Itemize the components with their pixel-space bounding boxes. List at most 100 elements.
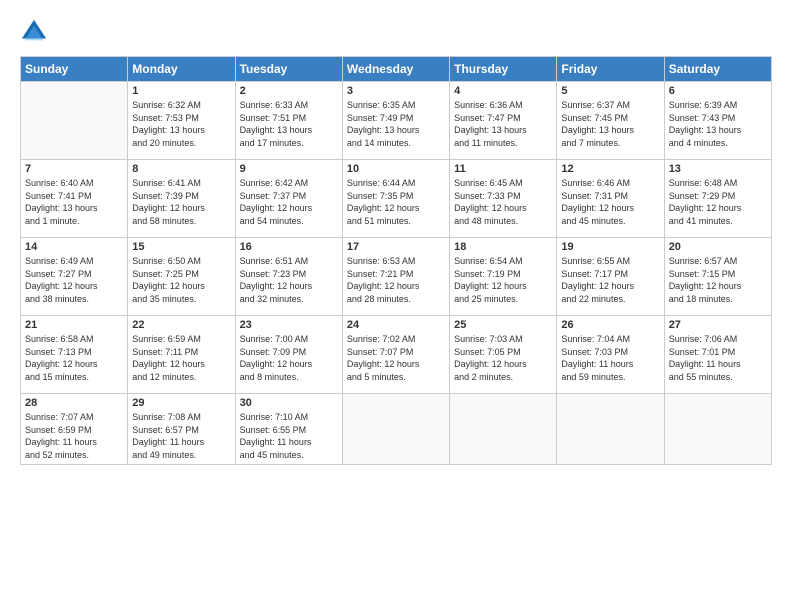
cell-content: Sunrise: 6:33 AM Sunset: 7:51 PM Dayligh… bbox=[240, 99, 338, 149]
cell-content: Sunrise: 6:59 AM Sunset: 7:11 PM Dayligh… bbox=[132, 333, 230, 383]
calendar-cell: 26 Sunrise: 7:04 AM Sunset: 7:03 PM Dayli… bbox=[557, 316, 664, 394]
calendar-cell: 16 Sunrise: 6:51 AM Sunset: 7:23 PM Dayli… bbox=[235, 238, 342, 316]
calendar-page: SundayMondayTuesdayWednesdayThursdayFrid… bbox=[0, 0, 792, 612]
calendar-cell: 23 Sunrise: 7:00 AM Sunset: 7:09 PM Dayli… bbox=[235, 316, 342, 394]
cell-content: Sunrise: 6:51 AM Sunset: 7:23 PM Dayligh… bbox=[240, 255, 338, 305]
calendar-week-4: 21 Sunrise: 6:58 AM Sunset: 7:13 PM Dayli… bbox=[21, 316, 772, 394]
calendar-cell bbox=[664, 394, 771, 465]
calendar-cell: 7Sunrise: 6:40 AM Sunset: 7:41 PM Daylig… bbox=[21, 160, 128, 238]
cell-content: Sunrise: 6:57 AM Sunset: 7:15 PM Dayligh… bbox=[669, 255, 767, 305]
day-number: 20 bbox=[669, 241, 767, 253]
weekday-header-sunday: Sunday bbox=[21, 57, 128, 82]
day-number: 25 bbox=[454, 319, 552, 331]
day-number: 3 bbox=[347, 85, 445, 97]
day-number: 18 bbox=[454, 241, 552, 253]
cell-content: Sunrise: 7:00 AM Sunset: 7:09 PM Dayligh… bbox=[240, 333, 338, 383]
day-number: 22 bbox=[132, 319, 230, 331]
day-number: 15 bbox=[132, 241, 230, 253]
day-number: 21 bbox=[25, 319, 123, 331]
day-number: 30 bbox=[240, 397, 338, 409]
cell-content: Sunrise: 6:42 AM Sunset: 7:37 PM Dayligh… bbox=[240, 177, 338, 227]
cell-content: Sunrise: 6:50 AM Sunset: 7:25 PM Dayligh… bbox=[132, 255, 230, 305]
calendar-cell: 6Sunrise: 6:39 AM Sunset: 7:43 PM Daylig… bbox=[664, 82, 771, 160]
cell-content: Sunrise: 6:46 AM Sunset: 7:31 PM Dayligh… bbox=[561, 177, 659, 227]
day-number: 10 bbox=[347, 163, 445, 175]
calendar-week-2: 7Sunrise: 6:40 AM Sunset: 7:41 PM Daylig… bbox=[21, 160, 772, 238]
cell-content: Sunrise: 7:06 AM Sunset: 7:01 PM Dayligh… bbox=[669, 333, 767, 383]
day-number: 16 bbox=[240, 241, 338, 253]
cell-content: Sunrise: 7:02 AM Sunset: 7:07 PM Dayligh… bbox=[347, 333, 445, 383]
cell-content: Sunrise: 7:07 AM Sunset: 6:59 PM Dayligh… bbox=[25, 411, 123, 461]
cell-content: Sunrise: 6:37 AM Sunset: 7:45 PM Dayligh… bbox=[561, 99, 659, 149]
day-number: 19 bbox=[561, 241, 659, 253]
day-number: 9 bbox=[240, 163, 338, 175]
calendar-cell: 3 Sunrise: 6:35 AM Sunset: 7:49 PM Daylig… bbox=[342, 82, 449, 160]
calendar-cell: 19 Sunrise: 6:55 AM Sunset: 7:17 PM Dayli… bbox=[557, 238, 664, 316]
day-number: 23 bbox=[240, 319, 338, 331]
calendar-cell: 20 Sunrise: 6:57 AM Sunset: 7:15 PM Dayli… bbox=[664, 238, 771, 316]
calendar-cell bbox=[450, 394, 557, 465]
day-number: 4 bbox=[454, 85, 552, 97]
day-number: 8 bbox=[132, 163, 230, 175]
calendar-cell: 14 Sunrise: 6:49 AM Sunset: 7:27 PM Dayli… bbox=[21, 238, 128, 316]
calendar-cell: 29 Sunrise: 7:08 AM Sunset: 6:57 PM Dayli… bbox=[128, 394, 235, 465]
calendar-cell: 12Sunrise: 6:46 AM Sunset: 7:31 PM Dayli… bbox=[557, 160, 664, 238]
day-number: 14 bbox=[25, 241, 123, 253]
day-number: 26 bbox=[561, 319, 659, 331]
day-number: 24 bbox=[347, 319, 445, 331]
calendar-cell bbox=[21, 82, 128, 160]
cell-content: Sunrise: 6:32 AM Sunset: 7:53 PM Dayligh… bbox=[132, 99, 230, 149]
calendar-cell: 15 Sunrise: 6:50 AM Sunset: 7:25 PM Dayli… bbox=[128, 238, 235, 316]
calendar-cell: 30 Sunrise: 7:10 AM Sunset: 6:55 PM Dayli… bbox=[235, 394, 342, 465]
cell-content: Sunrise: 6:54 AM Sunset: 7:19 PM Dayligh… bbox=[454, 255, 552, 305]
calendar-week-3: 14 Sunrise: 6:49 AM Sunset: 7:27 PM Dayli… bbox=[21, 238, 772, 316]
day-number: 1 bbox=[132, 85, 230, 97]
day-number: 28 bbox=[25, 397, 123, 409]
calendar-cell: 25Sunrise: 7:03 AM Sunset: 7:05 PM Dayli… bbox=[450, 316, 557, 394]
cell-content: Sunrise: 7:04 AM Sunset: 7:03 PM Dayligh… bbox=[561, 333, 659, 383]
logo-icon bbox=[20, 18, 48, 46]
calendar-table: SundayMondayTuesdayWednesdayThursdayFrid… bbox=[20, 56, 772, 465]
calendar-week-5: 28 Sunrise: 7:07 AM Sunset: 6:59 PM Dayli… bbox=[21, 394, 772, 465]
cell-content: Sunrise: 6:48 AM Sunset: 7:29 PM Dayligh… bbox=[669, 177, 767, 227]
calendar-cell: 4Sunrise: 6:36 AM Sunset: 7:47 PM Daylig… bbox=[450, 82, 557, 160]
cell-content: Sunrise: 6:49 AM Sunset: 7:27 PM Dayligh… bbox=[25, 255, 123, 305]
calendar-cell bbox=[342, 394, 449, 465]
day-number: 7 bbox=[25, 163, 123, 175]
day-number: 29 bbox=[132, 397, 230, 409]
day-number: 17 bbox=[347, 241, 445, 253]
calendar-cell: 28 Sunrise: 7:07 AM Sunset: 6:59 PM Dayli… bbox=[21, 394, 128, 465]
weekday-header-thursday: Thursday bbox=[450, 57, 557, 82]
cell-content: Sunrise: 6:41 AM Sunset: 7:39 PM Dayligh… bbox=[132, 177, 230, 227]
weekday-header-tuesday: Tuesday bbox=[235, 57, 342, 82]
cell-content: Sunrise: 6:35 AM Sunset: 7:49 PM Dayligh… bbox=[347, 99, 445, 149]
day-number: 11 bbox=[454, 163, 552, 175]
cell-content: Sunrise: 7:08 AM Sunset: 6:57 PM Dayligh… bbox=[132, 411, 230, 461]
calendar-cell: 2 Sunrise: 6:33 AM Sunset: 7:51 PM Daylig… bbox=[235, 82, 342, 160]
calendar-cell: 13Sunrise: 6:48 AM Sunset: 7:29 PM Dayli… bbox=[664, 160, 771, 238]
weekday-header-monday: Monday bbox=[128, 57, 235, 82]
header bbox=[20, 18, 772, 46]
day-number: 2 bbox=[240, 85, 338, 97]
cell-content: Sunrise: 6:58 AM Sunset: 7:13 PM Dayligh… bbox=[25, 333, 123, 383]
weekday-header-saturday: Saturday bbox=[664, 57, 771, 82]
cell-content: Sunrise: 6:39 AM Sunset: 7:43 PM Dayligh… bbox=[669, 99, 767, 149]
calendar-cell: 8 Sunrise: 6:41 AM Sunset: 7:39 PM Daylig… bbox=[128, 160, 235, 238]
cell-content: Sunrise: 6:45 AM Sunset: 7:33 PM Dayligh… bbox=[454, 177, 552, 227]
day-number: 27 bbox=[669, 319, 767, 331]
calendar-cell: 1 Sunrise: 6:32 AM Sunset: 7:53 PM Daylig… bbox=[128, 82, 235, 160]
cell-content: Sunrise: 6:44 AM Sunset: 7:35 PM Dayligh… bbox=[347, 177, 445, 227]
calendar-cell: 21 Sunrise: 6:58 AM Sunset: 7:13 PM Dayli… bbox=[21, 316, 128, 394]
cell-content: Sunrise: 6:53 AM Sunset: 7:21 PM Dayligh… bbox=[347, 255, 445, 305]
cell-content: Sunrise: 6:55 AM Sunset: 7:17 PM Dayligh… bbox=[561, 255, 659, 305]
calendar-cell: 10 Sunrise: 6:44 AM Sunset: 7:35 PM Dayli… bbox=[342, 160, 449, 238]
calendar-cell: 18 Sunrise: 6:54 AM Sunset: 7:19 PM Dayli… bbox=[450, 238, 557, 316]
cell-content: Sunrise: 7:10 AM Sunset: 6:55 PM Dayligh… bbox=[240, 411, 338, 461]
logo bbox=[20, 18, 52, 46]
calendar-week-1: 1 Sunrise: 6:32 AM Sunset: 7:53 PM Daylig… bbox=[21, 82, 772, 160]
weekday-header-wednesday: Wednesday bbox=[342, 57, 449, 82]
calendar-cell: 27 Sunrise: 7:06 AM Sunset: 7:01 PM Dayli… bbox=[664, 316, 771, 394]
calendar-cell bbox=[557, 394, 664, 465]
calendar-cell: 5Sunrise: 6:37 AM Sunset: 7:45 PM Daylig… bbox=[557, 82, 664, 160]
calendar-cell: 11 Sunrise: 6:45 AM Sunset: 7:33 PM Dayli… bbox=[450, 160, 557, 238]
